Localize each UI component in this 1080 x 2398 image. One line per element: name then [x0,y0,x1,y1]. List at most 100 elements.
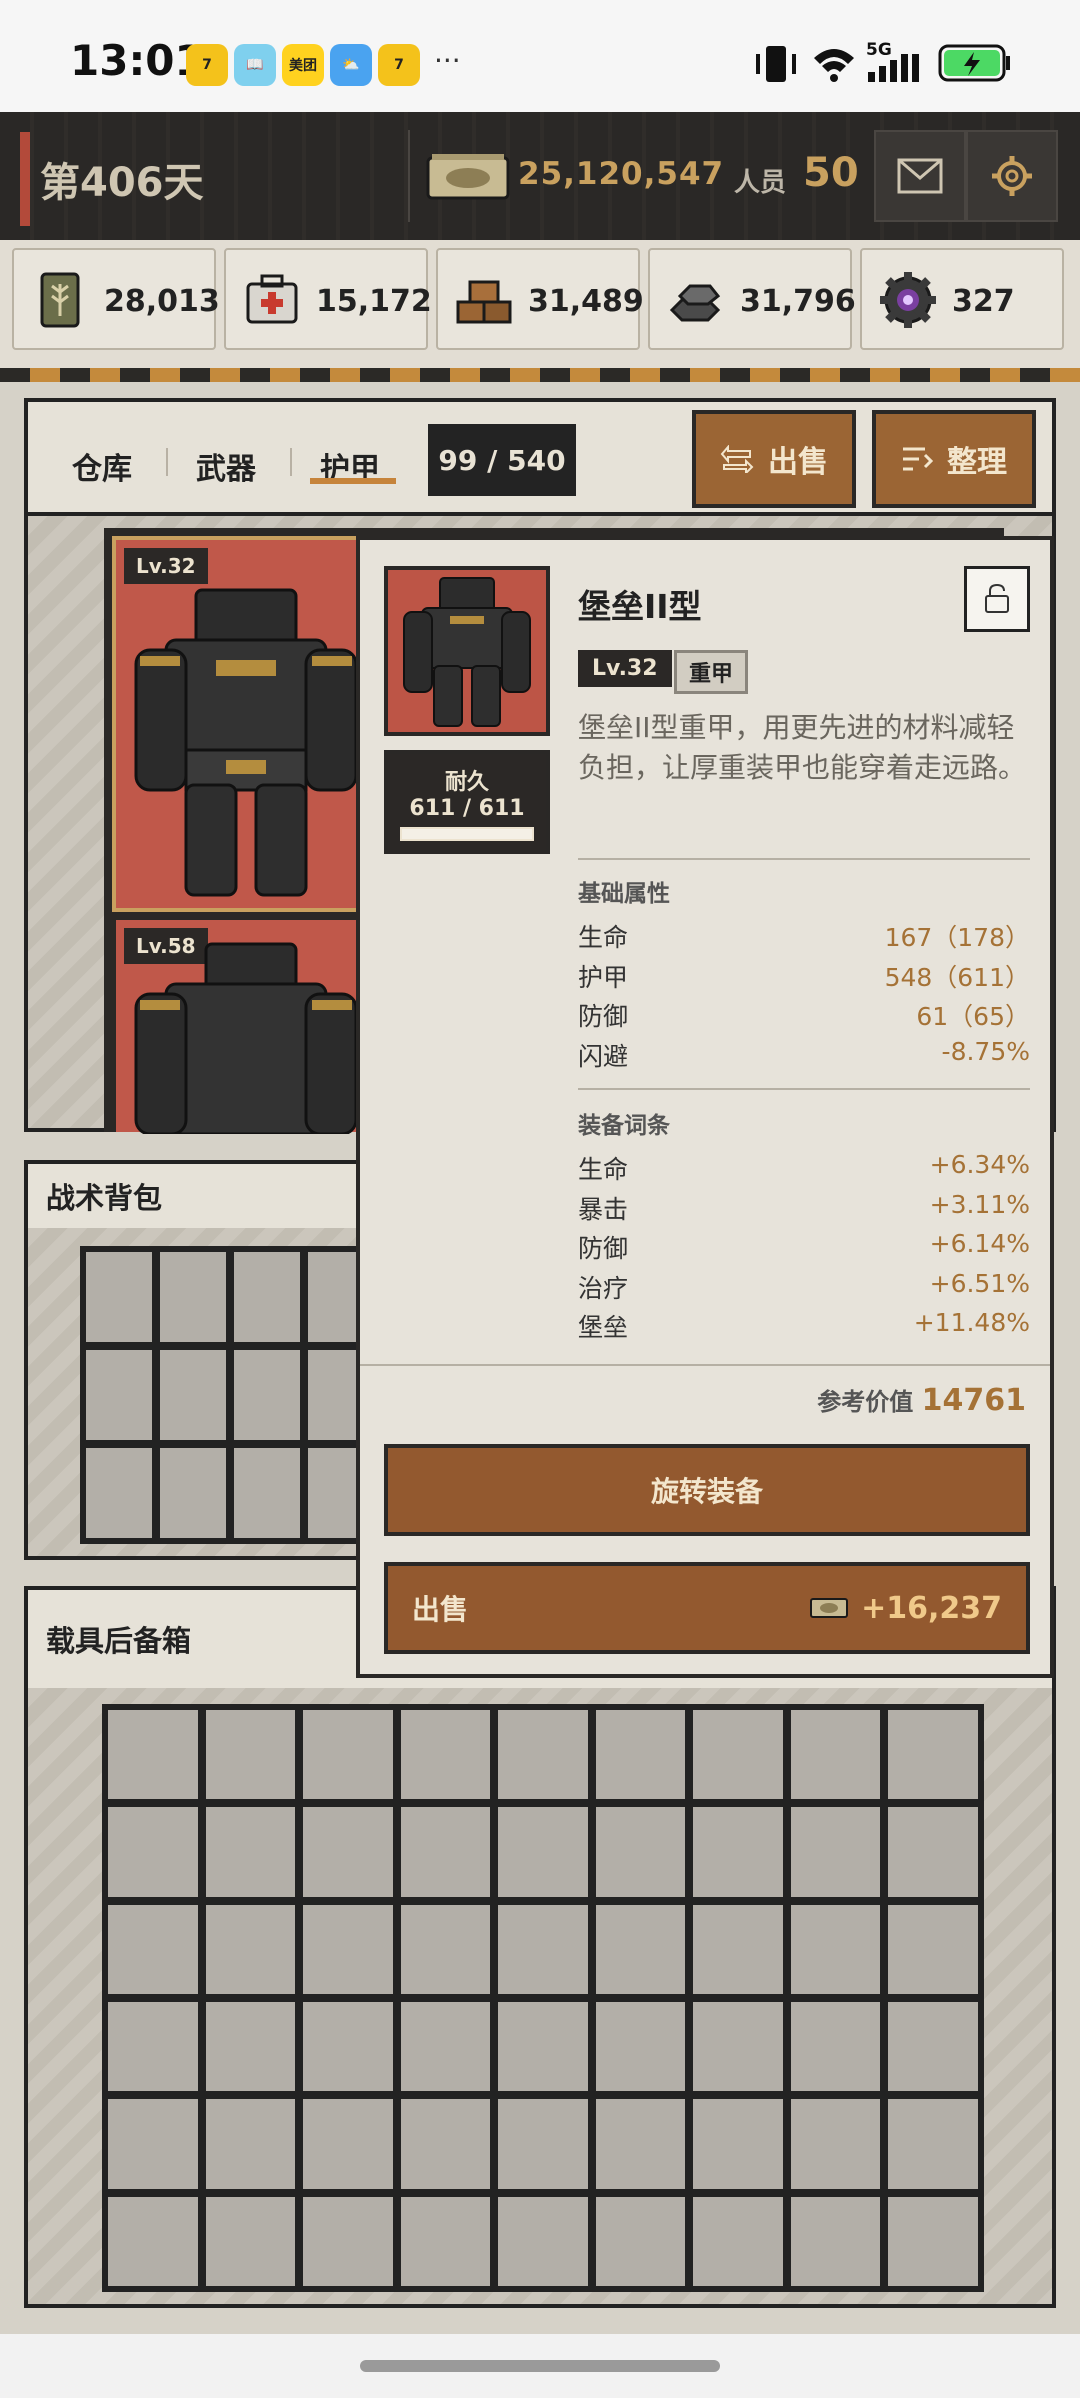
grid-slot[interactable] [788,2000,883,2094]
grid-slot[interactable] [788,2194,883,2288]
grid-slot[interactable] [158,1348,228,1442]
popup-sell-value: +16,237 [861,1590,1002,1626]
grid-slot[interactable] [496,1708,590,1802]
grid-slot[interactable] [203,2194,298,2288]
grid-slot[interactable] [886,1708,980,1802]
grid-slot[interactable] [886,2097,980,2191]
app-notification-icon: 7 [378,44,420,86]
grid-slot[interactable] [398,1708,493,1802]
grid-slot[interactable] [84,1348,154,1442]
grid-slot[interactable] [691,2000,785,2094]
grid-slot[interactable] [301,2097,395,2191]
grid-slot[interactable] [691,1902,785,1996]
grid-slot[interactable] [691,1805,785,1899]
grid-slot[interactable] [203,2000,298,2094]
grid-slot[interactable] [886,1805,980,1899]
grid-slot[interactable] [886,2000,980,2094]
grid-slot[interactable] [203,1902,298,1996]
rotate-equipment-button[interactable]: 旋转装备 [384,1444,1030,1536]
mail-button[interactable] [874,130,966,222]
grid-slot[interactable] [301,2000,395,2094]
status-time: 13:01 [70,36,204,85]
grid-slot[interactable] [301,1902,395,1996]
grid-slot[interactable] [788,2097,883,2191]
sell-button[interactable]: 出售 [692,410,856,508]
grid-slot[interactable] [106,1708,200,1802]
staff-count: 50 [803,150,859,196]
resource-core: 327 [860,248,1064,350]
armor-item-card[interactable]: Lv.32 [112,536,376,912]
grid-slot[interactable] [593,2000,688,2094]
stat-value: +6.14% [929,1229,1030,1258]
grid-slot[interactable] [691,2097,785,2191]
grid-slot[interactable] [398,2000,493,2094]
grid-slot[interactable] [106,1805,200,1899]
grid-slot[interactable] [691,2194,785,2288]
grid-slot[interactable] [691,1708,785,1802]
tab-weapons[interactable]: 武器 [196,444,256,488]
grid-slot[interactable] [106,2097,200,2191]
grid-slot[interactable] [886,2194,980,2288]
grid-slot[interactable] [593,1902,688,1996]
grid-slot[interactable] [593,1805,688,1899]
battery-icon [938,44,1010,82]
stat-name: 护甲 [578,962,629,992]
grid-slot[interactable] [106,2194,200,2288]
stat-row: 防御 61（65） [578,997,1030,1033]
grid-slot[interactable] [232,1446,302,1540]
grid-slot[interactable] [496,2000,590,2094]
grid-slot[interactable] [788,1805,883,1899]
grid-slot[interactable] [593,1708,688,1802]
inventory-count: 99 / 540 [428,424,576,496]
grid-slot[interactable] [398,1805,493,1899]
grid-slot[interactable] [301,2194,395,2288]
durability-bar [400,827,534,841]
grid-slot[interactable] [203,1805,298,1899]
grid-slot[interactable] [301,1708,395,1802]
grid-slot[interactable] [203,1708,298,1802]
reference-value-number: 14761 [921,1383,1026,1418]
grid-slot[interactable] [232,1348,302,1442]
tab-warehouse[interactable]: 仓库 [72,444,132,488]
resource-medicine: 15,172 [224,248,432,350]
sort-button[interactable]: 整理 [872,410,1036,508]
stat-row: 治疗 +6.51% [578,1269,1030,1305]
sell-button-label: 出售 [768,445,828,480]
grid-slot[interactable] [106,2000,200,2094]
grid-slot[interactable] [158,1250,228,1344]
grid-slot[interactable] [203,2097,298,2191]
grid-slot[interactable] [106,1902,200,1996]
mail-icon [897,158,943,194]
grid-slot[interactable] [398,1902,493,1996]
item-description: 堡垒II型重甲，用更先进的材料减轻负担，让厚重装甲也能穿着走远路。 [578,711,1027,784]
grid-slot[interactable] [593,2097,688,2191]
grid-slot[interactable] [398,2194,493,2288]
stat-name: 暴击 [578,1194,629,1224]
grid-slot[interactable] [232,1250,302,1344]
inventory-tabs-panel: 仓库 武器 护甲 99 / 540 出售 整理 [24,398,1056,516]
stat-name: 防御 [578,1002,629,1031]
grid-slot[interactable] [593,2194,688,2288]
grid-slot[interactable] [301,1805,395,1899]
grid-slot[interactable] [788,1708,883,1802]
game-top-bar: 第406天 25,120,547 人员 50 [0,112,1080,240]
grid-slot[interactable] [886,1902,980,1996]
grid-slot[interactable] [496,1805,590,1899]
grid-slot[interactable] [788,1902,883,1996]
home-indicator[interactable] [360,2360,720,2372]
grid-slot[interactable] [84,1250,154,1344]
grid-slot[interactable] [158,1446,228,1540]
settings-button[interactable] [966,130,1058,222]
stat-name: 堡垒 [578,1313,629,1342]
durability-box: 耐久 611 / 611 [384,750,550,854]
stat-name: 闪避 [578,1041,629,1071]
grid-slot[interactable] [84,1446,154,1540]
popup-sell-button[interactable]: 出售 +16,237 [384,1562,1030,1654]
armor-item-card[interactable]: Lv.58 [112,916,376,1134]
grid-slot[interactable] [496,2194,590,2288]
lock-button[interactable] [964,566,1030,632]
grid-slot[interactable] [496,2097,590,2191]
grid-slot[interactable] [496,1902,590,1996]
hazard-stripe [0,368,1080,382]
grid-slot[interactable] [398,2097,493,2191]
